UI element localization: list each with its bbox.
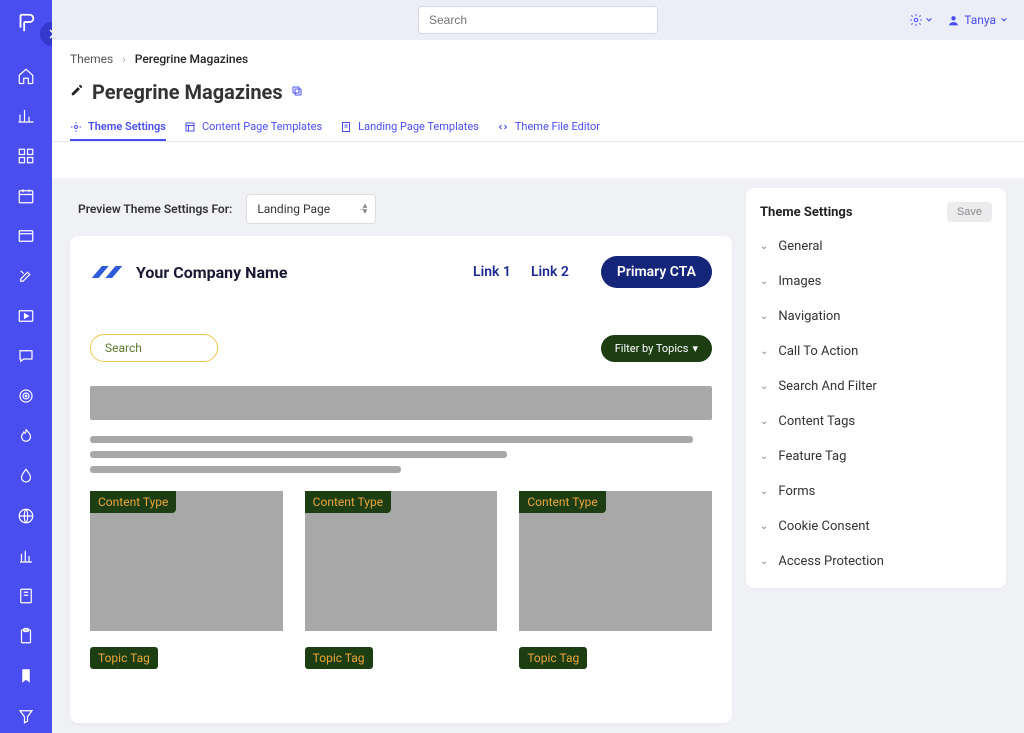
settings-section-tags[interactable]: ⌄Content Tags <box>760 409 992 434</box>
chevron-down-icon: ⌄ <box>760 521 768 532</box>
app-logo <box>0 12 52 34</box>
chevron-down-icon: ⌄ <box>760 381 768 392</box>
settings-section-forms[interactable]: ⌄Forms <box>760 479 992 504</box>
caret-down-icon: ▾ <box>692 342 698 355</box>
topic-tag-badge: Topic Tag <box>305 647 373 669</box>
nav-link-1[interactable]: Link 1 <box>473 264 511 280</box>
global-search-input[interactable] <box>418 6 658 34</box>
settings-panel: Theme Settings Save ⌄General ⌄Images ⌄Na… <box>746 188 1006 588</box>
nav-link-2[interactable]: Link 2 <box>531 264 569 280</box>
settings-section-access[interactable]: ⌄Access Protection <box>760 549 992 574</box>
filter-topics-button[interactable]: Filter by Topics ▾ <box>601 335 712 362</box>
clipboard-icon[interactable] <box>14 624 38 648</box>
main-content: Themes › Peregrine Magazines Peregrine M… <box>52 40 1024 733</box>
chevron-down-icon: ⌄ <box>760 276 768 287</box>
chevron-down-icon: ⌄ <box>760 241 768 252</box>
grid-icon[interactable] <box>14 144 38 168</box>
chart-icon[interactable] <box>14 104 38 128</box>
tab-landing-templates[interactable]: Landing Page Templates <box>340 114 479 141</box>
topic-tag-badge: Topic Tag <box>90 647 158 669</box>
window-icon[interactable] <box>14 224 38 248</box>
chevron-down-icon: ⌄ <box>760 311 768 322</box>
breadcrumb-current: Peregrine Magazines <box>135 52 248 66</box>
preview-label: Preview Theme Settings For: <box>78 202 232 216</box>
play-icon[interactable] <box>14 304 38 328</box>
preview-search-input[interactable]: Search <box>90 334 218 362</box>
select-arrows-icon: ▴▾ <box>363 203 368 215</box>
content-card[interactable]: Content Type Topic Tag <box>90 491 283 669</box>
chevron-down-icon: ⌄ <box>760 556 768 567</box>
hero-placeholder <box>90 386 712 420</box>
preview-select[interactable]: Landing Page ▴▾ <box>246 194 376 224</box>
settings-section-general[interactable]: ⌄General <box>760 234 992 259</box>
theme-preview: Your Company Name Link 1 Link 2 Primary … <box>70 236 732 723</box>
chat-icon[interactable] <box>14 344 38 368</box>
settings-panel-title: Theme Settings <box>760 205 853 220</box>
sidebar <box>0 0 52 733</box>
primary-cta-button[interactable]: Primary CTA <box>601 256 712 288</box>
settings-section-cta[interactable]: ⌄Call To Action <box>760 339 992 364</box>
breadcrumb: Themes › Peregrine Magazines <box>52 40 1024 72</box>
content-card[interactable]: Content Type Topic Tag <box>305 491 498 669</box>
analytics-icon[interactable] <box>14 544 38 568</box>
settings-section-navigation[interactable]: ⌄Navigation <box>760 304 992 329</box>
tab-content-templates[interactable]: Content Page Templates <box>184 114 322 141</box>
tab-theme-settings[interactable]: Theme Settings <box>70 114 166 141</box>
content-type-badge: Content Type <box>305 491 391 513</box>
settings-section-images[interactable]: ⌄Images <box>760 269 992 294</box>
content-type-badge: Content Type <box>519 491 605 513</box>
copy-icon[interactable] <box>291 85 303 100</box>
chevron-right-icon: › <box>122 52 126 66</box>
page-icon[interactable] <box>14 584 38 608</box>
settings-section-feature-tag[interactable]: ⌄Feature Tag <box>760 444 992 469</box>
content-type-badge: Content Type <box>90 491 176 513</box>
globe-icon[interactable] <box>14 504 38 528</box>
gear-icon[interactable] <box>909 13 933 27</box>
flame-icon[interactable] <box>14 424 38 448</box>
pencil-icon[interactable] <box>70 83 84 101</box>
user-menu[interactable]: Tanya <box>947 13 1008 27</box>
chevron-down-icon: ⌄ <box>760 346 768 357</box>
bookmark-icon[interactable] <box>14 664 38 688</box>
chevron-down-icon: ⌄ <box>760 451 768 462</box>
content-card[interactable]: Content Type Topic Tag <box>519 491 712 669</box>
save-button[interactable]: Save <box>947 202 992 222</box>
topic-tag-badge: Topic Tag <box>519 647 587 669</box>
company-logo-icon <box>90 259 124 285</box>
tabs: Theme Settings Content Page Templates La… <box>52 114 1024 142</box>
droplet-icon[interactable] <box>14 464 38 488</box>
calendar-icon[interactable] <box>14 184 38 208</box>
user-name: Tanya <box>964 13 996 27</box>
chevron-down-icon: ⌄ <box>760 486 768 497</box>
page-title: Peregrine Magazines <box>92 80 283 104</box>
settings-section-search[interactable]: ⌄Search And Filter <box>760 374 992 399</box>
settings-section-cookie[interactable]: ⌄Cookie Consent <box>760 514 992 539</box>
target-icon[interactable] <box>14 384 38 408</box>
breadcrumb-root[interactable]: Themes <box>70 52 113 66</box>
chevron-down-icon: ⌄ <box>760 416 768 427</box>
home-icon[interactable] <box>14 64 38 88</box>
tools-icon[interactable] <box>14 264 38 288</box>
company-name: Your Company Name <box>136 263 461 282</box>
text-placeholder <box>90 436 712 473</box>
tab-file-editor[interactable]: Theme File Editor <box>497 114 600 141</box>
filter-icon[interactable] <box>14 704 38 728</box>
topbar: Tanya <box>52 0 1024 40</box>
